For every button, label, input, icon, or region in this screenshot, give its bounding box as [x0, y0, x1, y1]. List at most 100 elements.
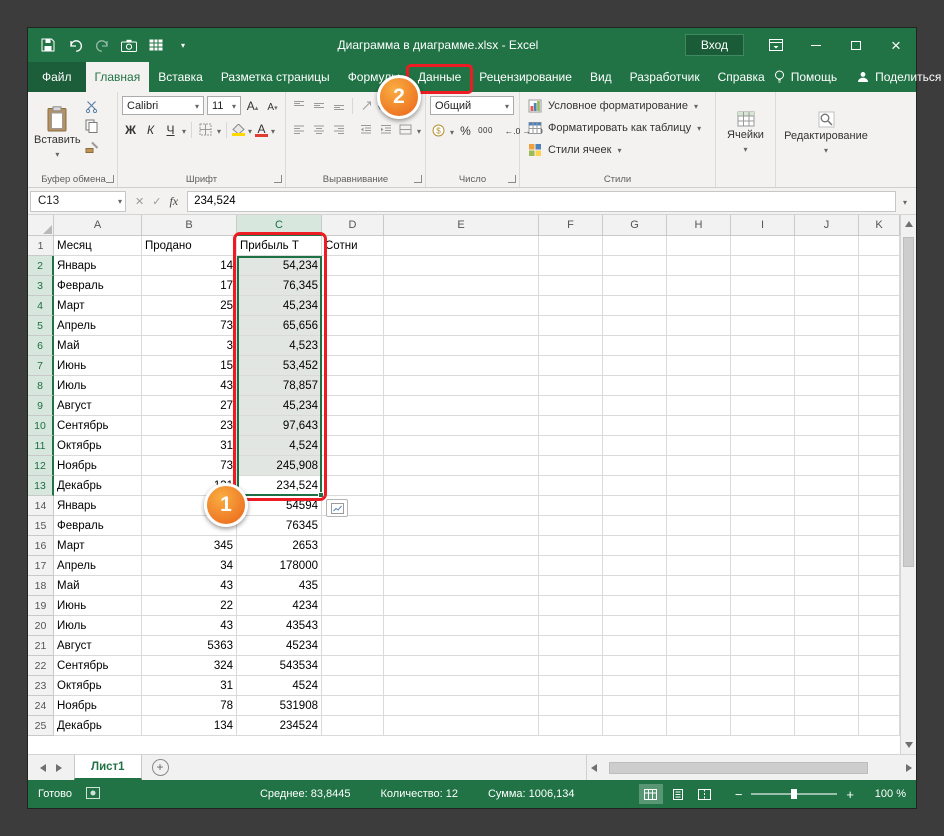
increase-font-icon[interactable]: [244, 97, 261, 115]
cell-G22[interactable]: [603, 656, 667, 676]
font-dialog-launcher-icon[interactable]: [274, 175, 282, 183]
row-header-17[interactable]: 17: [28, 556, 54, 576]
cell-H25[interactable]: [667, 716, 731, 736]
cell-D15[interactable]: [322, 516, 384, 536]
row-header-2[interactable]: 2: [28, 256, 54, 276]
column-header-d[interactable]: D: [322, 215, 384, 236]
cell-C7[interactable]: 53,452: [237, 356, 322, 376]
cell-H10[interactable]: [667, 416, 731, 436]
cell-D19[interactable]: [322, 596, 384, 616]
cell-B9[interactable]: 27: [142, 396, 237, 416]
tab-home[interactable]: Главная: [85, 62, 150, 92]
cell-A12[interactable]: Ноябрь: [54, 456, 142, 476]
cell-K16[interactable]: [859, 536, 900, 556]
cell-J10[interactable]: [795, 416, 859, 436]
cell-E17[interactable]: [384, 556, 539, 576]
row-header-24[interactable]: 24: [28, 696, 54, 716]
add-sheet-icon[interactable]: [151, 759, 169, 776]
cell-D10[interactable]: [322, 416, 384, 436]
merge-center-icon[interactable]: [397, 121, 414, 139]
cell-C23[interactable]: 4524: [237, 676, 322, 696]
cell-H14[interactable]: [667, 496, 731, 516]
cell-E2[interactable]: [384, 256, 539, 276]
cell-H12[interactable]: [667, 456, 731, 476]
vertical-scroll-thumb[interactable]: [903, 237, 914, 567]
cell-E22[interactable]: [384, 656, 539, 676]
cell-A23[interactable]: Октябрь: [54, 676, 142, 696]
cell-E14[interactable]: [384, 496, 539, 516]
cell-K24[interactable]: [859, 696, 900, 716]
cell-D2[interactable]: [322, 256, 384, 276]
cell-A18[interactable]: Май: [54, 576, 142, 596]
cell-H6[interactable]: [667, 336, 731, 356]
cell-H16[interactable]: [667, 536, 731, 556]
row-header-14[interactable]: 14: [28, 496, 54, 516]
cell-C8[interactable]: 78,857: [237, 376, 322, 396]
tab-formulas[interactable]: Формулы: [339, 62, 409, 92]
cell-I10[interactable]: [731, 416, 795, 436]
bold-button[interactable]: Ж: [122, 121, 139, 139]
row-header-3[interactable]: 3: [28, 276, 54, 296]
cell-C14[interactable]: 54594: [237, 496, 322, 516]
cell-F16[interactable]: [539, 536, 603, 556]
cell-F23[interactable]: [539, 676, 603, 696]
cell-A24[interactable]: Ноябрь: [54, 696, 142, 716]
cell-J21[interactable]: [795, 636, 859, 656]
cell-B1[interactable]: Продано: [142, 236, 237, 256]
borders-caret-icon[interactable]: [217, 121, 221, 139]
align-bottom-icon[interactable]: [330, 97, 347, 115]
cell-C20[interactable]: 43543: [237, 616, 322, 636]
cell-F18[interactable]: [539, 576, 603, 596]
cell-E6[interactable]: [384, 336, 539, 356]
cell-C4[interactable]: 45,234: [237, 296, 322, 316]
cell-B12[interactable]: 73: [142, 456, 237, 476]
cell-D8[interactable]: [322, 376, 384, 396]
cell-D18[interactable]: [322, 576, 384, 596]
row-header-13[interactable]: 13: [28, 476, 54, 496]
cell-H19[interactable]: [667, 596, 731, 616]
cell-I6[interactable]: [731, 336, 795, 356]
cell-H1[interactable]: [667, 236, 731, 256]
font-size-combo[interactable]: 11: [207, 96, 241, 115]
row-header-1[interactable]: 1: [28, 236, 54, 256]
cell-H3[interactable]: [667, 276, 731, 296]
cell-I12[interactable]: [731, 456, 795, 476]
cell-E24[interactable]: [384, 696, 539, 716]
cell-K10[interactable]: [859, 416, 900, 436]
select-all-corner[interactable]: [28, 215, 54, 236]
cell-A2[interactable]: Январь: [54, 256, 142, 276]
cell-A19[interactable]: Июнь: [54, 596, 142, 616]
cell-F7[interactable]: [539, 356, 603, 376]
cell-H20[interactable]: [667, 616, 731, 636]
cancel-icon[interactable]: ✕: [135, 195, 144, 208]
undo-icon[interactable]: [67, 37, 83, 53]
decrease-indent-icon[interactable]: [357, 121, 374, 139]
tab-data[interactable]: Данные 2: [376, 62, 474, 119]
increase-indent-icon[interactable]: [377, 121, 394, 139]
row-header-6[interactable]: 6: [28, 336, 54, 356]
cell-H22[interactable]: [667, 656, 731, 676]
cell-K22[interactable]: [859, 656, 900, 676]
cell-B15[interactable]: [142, 516, 237, 536]
cell-B3[interactable]: 17: [142, 276, 237, 296]
cell-A21[interactable]: Август: [54, 636, 142, 656]
cell-C21[interactable]: 45234: [237, 636, 322, 656]
cell-K14[interactable]: [859, 496, 900, 516]
cell-F21[interactable]: [539, 636, 603, 656]
cell-I5[interactable]: [731, 316, 795, 336]
cell-D16[interactable]: [322, 536, 384, 556]
page-break-view-icon[interactable]: [693, 784, 717, 804]
cell-F24[interactable]: [539, 696, 603, 716]
cell-J12[interactable]: [795, 456, 859, 476]
cell-G21[interactable]: [603, 636, 667, 656]
cell-I15[interactable]: [731, 516, 795, 536]
cell-styles-button[interactable]: Стили ячеек: [524, 139, 711, 161]
cell-K15[interactable]: [859, 516, 900, 536]
column-header-j[interactable]: J: [795, 215, 859, 236]
cell-G25[interactable]: [603, 716, 667, 736]
cell-C5[interactable]: 65,656: [237, 316, 322, 336]
cell-A1[interactable]: Месяц: [54, 236, 142, 256]
cell-C17[interactable]: 178000: [237, 556, 322, 576]
cell-G23[interactable]: [603, 676, 667, 696]
cell-K21[interactable]: [859, 636, 900, 656]
